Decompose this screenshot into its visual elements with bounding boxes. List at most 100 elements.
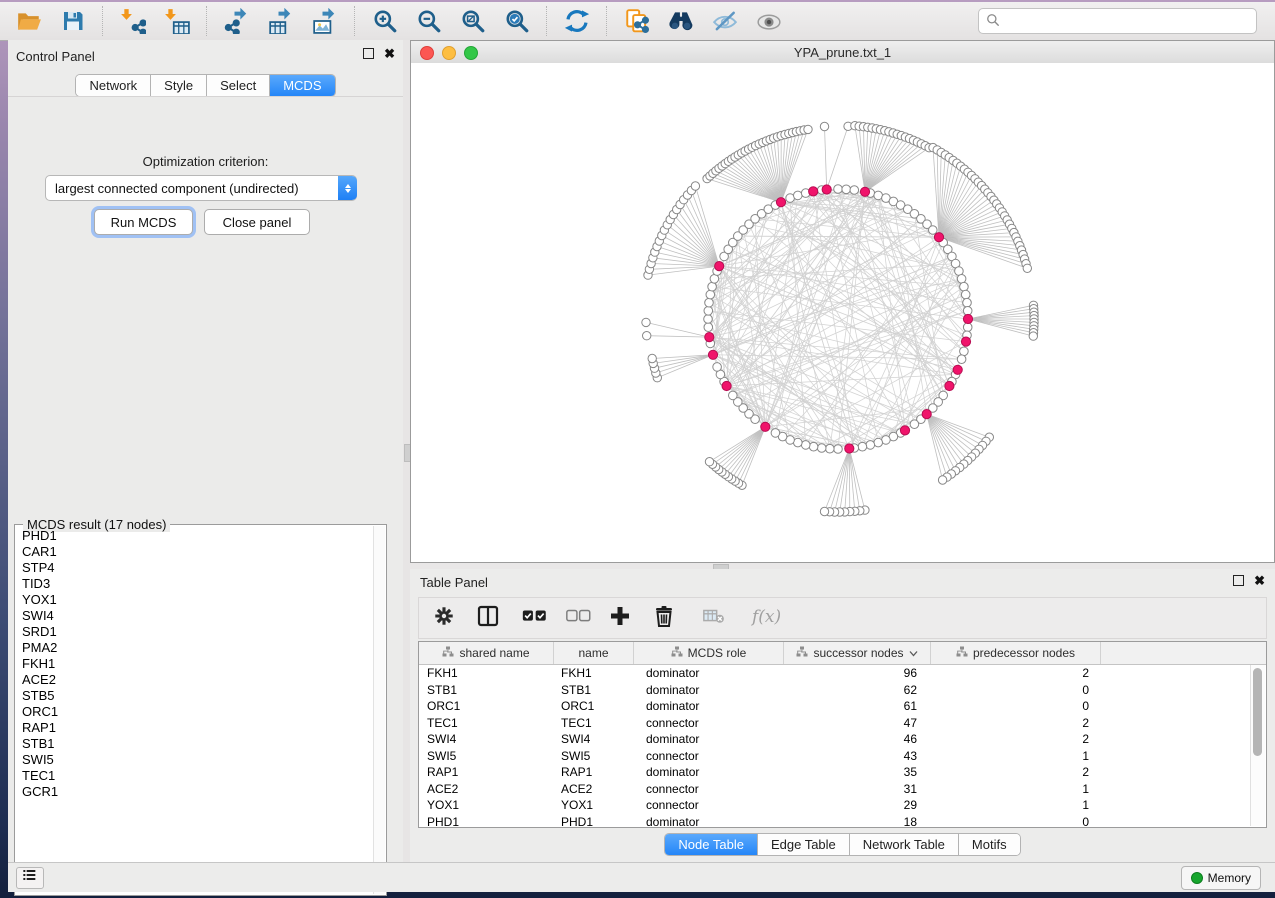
mcds-result-item[interactable]: PHD1 xyxy=(16,528,374,544)
table-row-ORC1[interactable]: ORC1ORC1dominator610 xyxy=(419,698,1266,715)
deselect-all-button[interactable] xyxy=(563,605,589,631)
import-network-button[interactable] xyxy=(118,6,148,36)
table-row-FKH1[interactable]: FKH1FKH1dominator962 xyxy=(419,665,1266,682)
fx-button: f(x) xyxy=(749,605,785,631)
table-row-YOX1[interactable]: YOX1YOX1connector291 xyxy=(419,797,1266,814)
cell-name: RAP1 xyxy=(554,765,634,779)
table-row-RAP1[interactable]: RAP1RAP1dominator352 xyxy=(419,764,1266,781)
import-network-icon xyxy=(120,8,146,34)
column-header-predecessor-nodes[interactable]: predecessor nodes xyxy=(931,642,1101,664)
column-header-name[interactable]: name xyxy=(554,642,634,664)
cell-name: FKH1 xyxy=(554,666,634,680)
zoom-selected-button[interactable] xyxy=(502,6,532,36)
table-scrollbar[interactable] xyxy=(1250,665,1265,826)
trash-button[interactable] xyxy=(651,605,677,631)
zoom-in-button[interactable] xyxy=(370,6,400,36)
mcds-result-item[interactable]: STB1 xyxy=(16,736,374,752)
select-all-button[interactable] xyxy=(519,605,545,631)
open-folder-button[interactable] xyxy=(14,6,44,36)
panel-chooser-button[interactable] xyxy=(16,867,44,889)
columns-button[interactable] xyxy=(475,605,501,631)
cell-successor-nodes: 46 xyxy=(784,732,931,746)
memory-button[interactable]: Memory xyxy=(1181,866,1261,890)
column-label: successor nodes xyxy=(813,646,903,660)
binoculars-button[interactable] xyxy=(666,6,696,36)
cell-MCDS-role: dominator xyxy=(634,699,784,713)
node-table-body: FKH1FKH1dominator962STB1STB1dominator620… xyxy=(419,665,1266,830)
table-row-ACE2[interactable]: ACE2ACE2connector311 xyxy=(419,781,1266,798)
mcds-result-item[interactable]: STP4 xyxy=(16,560,374,576)
tab-network-table[interactable]: Network Table xyxy=(850,834,959,855)
close-table-panel-icon[interactable]: ✖ xyxy=(1254,576,1265,586)
cell-successor-nodes: 29 xyxy=(784,798,931,812)
column-header-MCDS-role[interactable]: MCDS role xyxy=(634,642,784,664)
cell-MCDS-role: connector xyxy=(634,749,784,763)
gear-button[interactable] xyxy=(431,605,457,631)
table-row-SWI5[interactable]: SWI5SWI5connector431 xyxy=(419,748,1266,765)
refresh-button[interactable] xyxy=(562,6,592,36)
network-window-titlebar[interactable]: YPA_prune.txt_1 xyxy=(411,41,1274,64)
mcds-result-item[interactable]: TID3 xyxy=(16,576,374,592)
main-toolbar xyxy=(0,2,1275,41)
table-row-STB1[interactable]: STB1STB1dominator620 xyxy=(419,682,1266,699)
tab-mcds[interactable]: MCDS xyxy=(270,75,334,96)
mcds-result-item[interactable]: SRD1 xyxy=(16,624,374,640)
network-canvas[interactable] xyxy=(411,63,1274,562)
export-network-button[interactable] xyxy=(222,6,252,36)
tab-style[interactable]: Style xyxy=(151,75,207,96)
mcds-result-item[interactable]: FKH1 xyxy=(16,656,374,672)
tab-edge-table[interactable]: Edge Table xyxy=(758,834,850,855)
column-header-successor-nodes[interactable]: successor nodes xyxy=(784,642,931,664)
mcds-result-item[interactable]: YOX1 xyxy=(16,592,374,608)
import-table-button[interactable] xyxy=(162,6,192,36)
search-input[interactable] xyxy=(978,8,1257,34)
zoom-fit-icon xyxy=(460,8,486,34)
mcds-result-item[interactable]: TEC1 xyxy=(16,768,374,784)
float-panel-icon[interactable] xyxy=(363,48,374,59)
mcds-result-item[interactable]: ACE2 xyxy=(16,672,374,688)
hide-details-button[interactable] xyxy=(710,6,740,36)
mcds-result-list[interactable]: PHD1CAR1STP4TID3YOX1SWI4SRD1PMA2FKH1ACE2… xyxy=(16,528,374,894)
clone-network-button[interactable] xyxy=(622,6,652,36)
mcds-list-scrollbar[interactable] xyxy=(373,526,385,894)
mcds-result-item[interactable]: SWI5 xyxy=(16,752,374,768)
table-scrollbar-thumb[interactable] xyxy=(1253,668,1262,756)
column-label: MCDS role xyxy=(688,646,747,660)
add-button[interactable] xyxy=(607,605,633,631)
criterion-dropdown[interactable]: largest connected component (undirected) xyxy=(45,175,357,201)
table-row-TEC1[interactable]: TEC1TEC1connector472 xyxy=(419,715,1266,732)
export-image-button[interactable] xyxy=(310,6,340,36)
show-details-button[interactable] xyxy=(754,6,784,36)
vertical-splitter[interactable] xyxy=(403,40,410,862)
cell-predecessor-nodes: 2 xyxy=(931,666,1101,680)
mcds-result-groupbox: MCDS result (17 nodes) PHD1CAR1STP4TID3Y… xyxy=(14,524,387,896)
close-panel-icon[interactable]: ✖ xyxy=(384,49,395,59)
cell-shared-name: STB1 xyxy=(419,683,554,697)
clone-network-icon xyxy=(624,8,650,34)
save-button[interactable] xyxy=(58,6,88,36)
column-header-shared-name[interactable]: shared name xyxy=(419,642,554,664)
add-icon xyxy=(608,604,632,633)
tab-network[interactable]: Network xyxy=(76,75,151,96)
tab-motifs[interactable]: Motifs xyxy=(959,834,1020,855)
fx-icon: f(x) xyxy=(750,604,784,633)
export-table-button[interactable] xyxy=(266,6,296,36)
mcds-result-item[interactable]: STB5 xyxy=(16,688,374,704)
mcds-result-item[interactable]: ORC1 xyxy=(16,704,374,720)
float-table-panel-icon[interactable] xyxy=(1233,575,1244,586)
zoom-out-button[interactable] xyxy=(414,6,444,36)
mcds-result-item[interactable]: GCR1 xyxy=(16,784,374,800)
table-row-PHD1[interactable]: PHD1PHD1dominator180 xyxy=(419,814,1266,831)
mcds-result-item[interactable]: PMA2 xyxy=(16,640,374,656)
close-panel-button[interactable]: Close panel xyxy=(204,209,310,235)
zoom-fit-button[interactable] xyxy=(458,6,488,36)
mcds-result-item[interactable]: SWI4 xyxy=(16,608,374,624)
mcds-result-item[interactable]: CAR1 xyxy=(16,544,374,560)
binoculars-icon xyxy=(667,8,695,34)
run-mcds-button[interactable]: Run MCDS xyxy=(94,209,193,235)
table-row-SWI4[interactable]: SWI4SWI4dominator462 xyxy=(419,731,1266,748)
cell-MCDS-role: connector xyxy=(634,716,784,730)
mcds-result-item[interactable]: RAP1 xyxy=(16,720,374,736)
tab-node-table[interactable]: Node Table xyxy=(665,834,758,855)
tab-select[interactable]: Select xyxy=(207,75,270,96)
